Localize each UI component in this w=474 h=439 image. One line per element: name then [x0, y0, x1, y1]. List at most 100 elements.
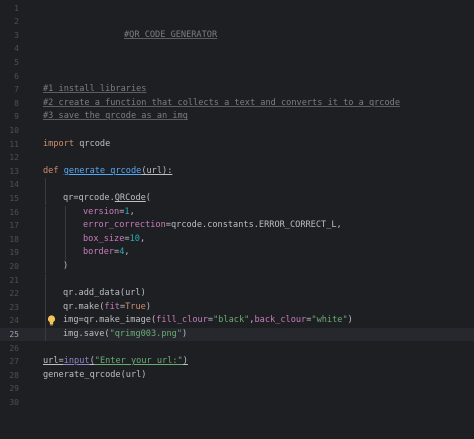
code-line[interactable]: 17 error_correction=qrcode.constants.ERRO…: [0, 219, 474, 233]
line-number: 16: [9, 207, 19, 217]
code-token: ): [63, 260, 69, 271]
indent-guide: [45, 191, 46, 206]
code-text: #2 create a function that collects a tex…: [43, 97, 400, 111]
line-number: 3: [14, 30, 19, 40]
code-line[interactable]: 8 #2 create a function that collects a te…: [0, 97, 474, 111]
code-line[interactable]: 28 generate_qrcode(url): [0, 369, 474, 383]
code-line[interactable]: 4: [0, 42, 474, 56]
line-number: 13: [9, 166, 19, 176]
code-line[interactable]: 2: [0, 15, 474, 29]
code-line[interactable]: 3 #QR CODE GENERATOR: [0, 29, 474, 43]
code-line[interactable]: 12: [0, 151, 474, 165]
code-line[interactable]: 15 qr=qrcode.QRCode(: [0, 191, 474, 206]
code-line[interactable]: 14: [0, 178, 474, 192]
lightbulb-icon[interactable]: [47, 315, 56, 326]
code-line[interactable]: 24 img=qr.make_image(fill_clour="black",b…: [0, 314, 474, 328]
code-line[interactable]: 27 url=input("Enter your url:"): [0, 355, 474, 369]
line-number: 6: [14, 71, 19, 81]
code-line[interactable]: 30: [0, 396, 474, 410]
indent-guide: [65, 232, 66, 247]
code-token: #3 save the qrcode as an img: [43, 111, 188, 122]
code-line[interactable]: 21: [0, 273, 474, 288]
code-line[interactable]: 7 #1 install libraries: [0, 83, 474, 97]
line-number: 2: [14, 17, 19, 27]
code-token: input: [63, 356, 90, 367]
code-text: img=qr.make_image(fill_clour="black",bac…: [63, 314, 353, 328]
line-number: 15: [9, 193, 19, 203]
code-line[interactable]: 6: [0, 70, 474, 84]
code-token: "white": [311, 315, 348, 326]
code-token: 10: [129, 233, 140, 244]
code-line[interactable]: 22 qr.add_data(url): [0, 287, 474, 301]
code-token: img.save(: [63, 328, 110, 339]
code-text: img.save("qrimg003.png"): [63, 328, 187, 342]
code-token: version: [83, 206, 120, 217]
code-token: back_clour: [254, 315, 307, 326]
code-token: import: [43, 138, 75, 149]
code-line[interactable]: 16 version=1,: [0, 205, 474, 220]
code-token: ): [347, 315, 353, 326]
code-text: import qrcode: [43, 138, 110, 152]
code-line[interactable]: 25 img.save("qrimg003.png"): [0, 327, 474, 342]
code-token: def: [43, 165, 59, 176]
code-token: (: [145, 192, 151, 203]
code-line[interactable]: 11 import qrcode: [0, 138, 474, 152]
code-text: version=1,: [83, 206, 135, 220]
code-token: border: [83, 247, 115, 258]
code-line[interactable]: 23 qr.make(fit=True): [0, 300, 474, 315]
line-number: 11: [9, 139, 19, 149]
line-number: 4: [14, 44, 19, 54]
code-line[interactable]: 19 border=4,: [0, 246, 474, 260]
code-token: ): [182, 328, 188, 339]
code-editor[interactable]: 1 2 3 #QR CODE GENERATOR 4 5 6 7 #1 install libr…: [0, 0, 474, 439]
indent-guide: [45, 219, 46, 233]
code-token: ): [182, 356, 188, 367]
code-token: #2 create a function that collects a tex…: [43, 97, 400, 108]
line-number: 23: [9, 302, 19, 312]
code-token: fill_clour: [156, 315, 208, 326]
code-token: img=qr.make_image(: [63, 315, 157, 326]
code-line[interactable]: 26: [0, 342, 474, 356]
code-text: def generate_qrcode(url):: [43, 165, 172, 179]
code-text: #QR CODE GENERATOR: [124, 29, 217, 43]
code-text: url=input("Enter your url:"): [43, 355, 188, 369]
indent-guide: [45, 178, 46, 192]
indent-guide: [65, 205, 66, 220]
line-number: 5: [14, 57, 19, 67]
line-number: 27: [9, 357, 19, 367]
indent-guide: [45, 314, 46, 328]
code-line[interactable]: 20): [0, 259, 474, 274]
line-number: 20: [9, 261, 19, 271]
indent-guide: [45, 205, 46, 220]
code-text: generate_qrcode(url): [43, 369, 146, 383]
code-token: QRCode: [114, 192, 146, 203]
indent-guide: [45, 300, 46, 315]
code-text: qr=qrcode.QRCode(: [63, 192, 151, 206]
code-token: ,: [129, 206, 135, 217]
line-number: 14: [9, 180, 19, 190]
code-line[interactable]: 29: [0, 382, 474, 396]
code-line[interactable]: 5: [0, 56, 474, 70]
indent-guide: [45, 273, 46, 288]
code-text: border=4,: [83, 246, 130, 260]
line-number: 22: [9, 289, 19, 299]
code-line[interactable]: 10: [0, 124, 474, 138]
line-number: 1: [14, 3, 19, 13]
line-number: 12: [9, 153, 19, 163]
code-text: ): [63, 260, 68, 274]
line-number: 18: [9, 234, 19, 244]
code-token: qr.make(: [63, 301, 105, 312]
line-number: 28: [9, 370, 19, 380]
code-token: generate_qrcode: [63, 165, 142, 176]
code-token: qrcode: [74, 138, 111, 149]
indent-guide: [45, 327, 46, 342]
code-token: generate_qrcode(url): [43, 369, 147, 380]
code-line[interactable]: 13 def generate_qrcode(url):: [0, 165, 474, 179]
code-token: qr=qrcode.: [63, 192, 115, 203]
code-line[interactable]: 1: [0, 2, 474, 16]
code-line[interactable]: 18 box_size=10,: [0, 232, 474, 247]
indent-guide: [65, 219, 66, 233]
code-text: #3 save the qrcode as an img: [43, 110, 188, 124]
code-line[interactable]: 9 #3 save the qrcode as an img: [0, 110, 474, 124]
line-number: 8: [14, 98, 19, 108]
